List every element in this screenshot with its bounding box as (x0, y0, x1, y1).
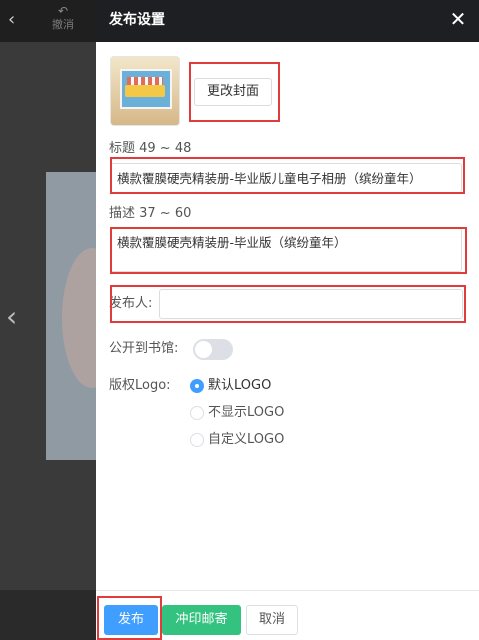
publisher-field-label: 发布人: (109, 296, 153, 311)
prev-page-icon[interactable]: ‹ (6, 302, 17, 332)
publish-button[interactable]: 发布 (104, 605, 158, 635)
logo-radio-default-label: 默认LOGO (208, 378, 272, 393)
drawer-title: 发布设置 (109, 12, 165, 28)
change-cover-button[interactable]: 更改封面 (194, 78, 272, 106)
logo-radio-none-label: 不显示LOGO (208, 405, 285, 420)
publisher-input[interactable] (159, 289, 463, 319)
description-field-label: 描述 37 ~ 60 (109, 206, 192, 221)
title-input[interactable]: 横款覆膜硬壳精装册-毕业版儿童电子相册（缤纷童年） (110, 163, 462, 193)
title-field-label: 标题 49 ~ 48 (109, 141, 192, 156)
toggle-knob (195, 341, 212, 358)
close-icon[interactable]: ✕ (447, 8, 469, 30)
editor-bottom-bar (0, 590, 96, 640)
undo-label: 撤消 (52, 18, 74, 31)
cancel-button[interactable]: 取消 (246, 605, 298, 635)
cover-thumbnail (110, 56, 180, 126)
undo-icon: ↶ (57, 4, 69, 18)
logo-option-label: 版权Logo: (109, 378, 171, 393)
radio-unchecked-icon (190, 433, 204, 447)
publish-settings-drawer: 发布设置 ✕ 更改封面 标题 49 ~ 48 横款覆膜硬壳精装册-毕业版儿童电子… (96, 0, 479, 640)
footer-divider (96, 590, 479, 591)
radio-checked-icon (190, 379, 204, 393)
back-arrow-icon[interactable]: ‹ (8, 10, 28, 30)
logo-radio-custom-label: 自定义LOGO (208, 432, 285, 447)
library-toggle-label: 公开到书馆: (109, 341, 179, 356)
radio-unchecked-icon (190, 406, 204, 420)
undo-button[interactable]: ↶ 撤消 (46, 4, 80, 32)
library-toggle[interactable] (193, 339, 233, 360)
description-input[interactable]: 横款覆膜硬壳精装册-毕业版（缤纷童年） (110, 228, 462, 272)
page-preview (46, 172, 122, 460)
drawer-header: 发布设置 ✕ (96, 0, 479, 42)
editor-toolbar: ‹ ↶ 撤消 (0, 0, 96, 42)
print-mail-button[interactable]: 冲印邮寄 (162, 605, 241, 635)
